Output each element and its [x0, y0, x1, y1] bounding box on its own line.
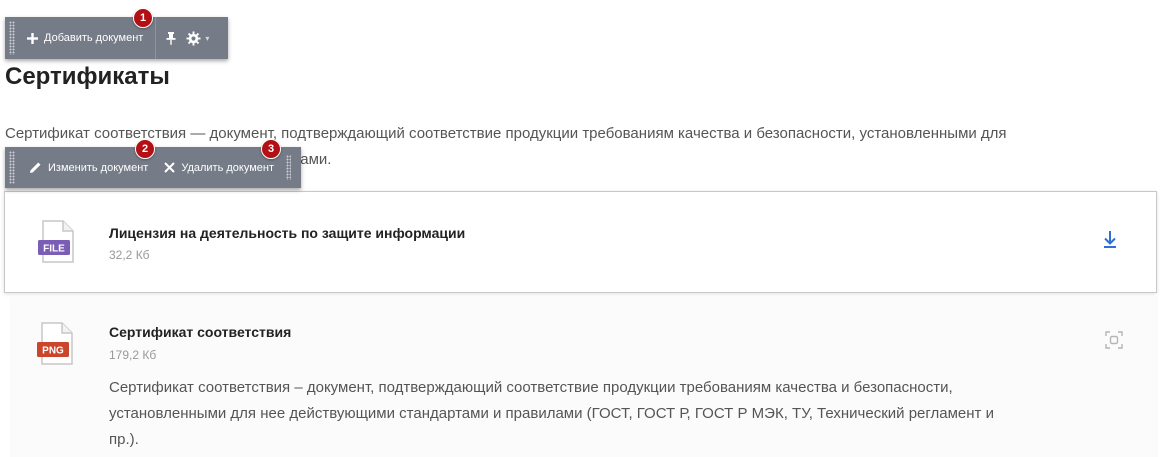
document-description: Сертификат соответствия – документ, подт…: [109, 375, 1149, 453]
gear-icon: [186, 30, 201, 46]
preview-button[interactable]: [1105, 331, 1125, 351]
document-size: 179,2 Кб: [109, 348, 157, 362]
description-line-2: установленными для нее действующими стан…: [109, 405, 994, 422]
hint-badge-2: 2: [135, 139, 155, 159]
file-type-icon: PNG: [37, 322, 73, 365]
download-button[interactable]: [1102, 230, 1122, 252]
hint-badge-1: 1: [133, 8, 153, 28]
file-ext-label: PNG: [42, 346, 64, 357]
zoom-preview-icon: [1105, 331, 1123, 349]
page-title: Сертификаты: [5, 63, 170, 90]
document-card-1[interactable]: FILE Лицензия на деятельность по защите …: [4, 191, 1157, 293]
add-document-label: Добавить документ: [44, 32, 144, 44]
close-icon: [164, 162, 176, 173]
download-icon: [1104, 231, 1116, 248]
file-type-icon: FILE: [38, 220, 74, 263]
drag-handle[interactable]: [9, 151, 15, 184]
pin-icon: [166, 31, 176, 45]
settings-button[interactable]: ▾: [184, 17, 215, 59]
plus-icon: [27, 32, 38, 44]
description-line-3: пр.).: [109, 431, 139, 448]
document-title-link[interactable]: Сертификат соответствия: [109, 324, 291, 340]
admin-toolbar: Добавить документ ▾: [5, 17, 228, 59]
document-size: 32,2 Кб: [109, 248, 150, 262]
delete-document-label: Удалить документ: [181, 161, 275, 174]
drag-handle-right[interactable]: [286, 155, 292, 180]
caret-down-icon: ▾: [205, 33, 210, 43]
document-title-link[interactable]: Лицензия на деятельность по защите инфор…: [109, 225, 465, 241]
pencil-icon: [29, 161, 42, 174]
description-line-1: Сертификат соответствия – документ, подт…: [109, 379, 953, 396]
pin-button[interactable]: [156, 17, 184, 59]
file-ext-label: FILE: [43, 244, 65, 255]
document-card-2[interactable]: PNG Сертификат соответствия 179,2 Кб Сер…: [10, 296, 1158, 457]
intro-line-1: Сертификат соответствия — документ, подт…: [5, 125, 1007, 142]
drag-handle[interactable]: [9, 21, 15, 55]
hint-badge-3: 3: [261, 139, 281, 159]
edit-document-label: Изменить документ: [48, 161, 149, 174]
